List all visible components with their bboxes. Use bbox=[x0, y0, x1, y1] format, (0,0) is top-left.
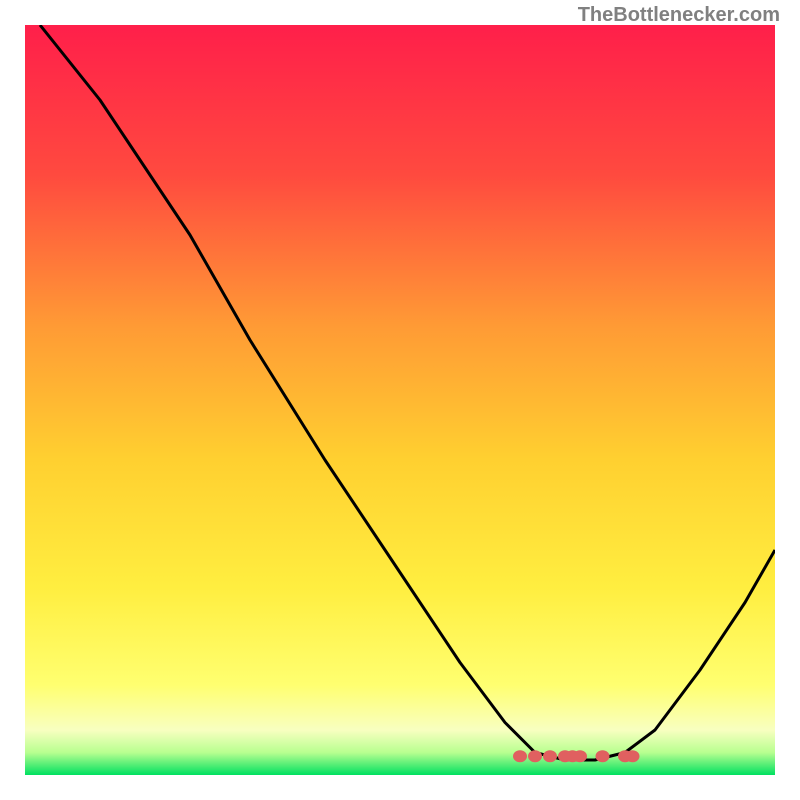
bottleneck-markers bbox=[513, 750, 640, 762]
chart-container bbox=[25, 25, 775, 775]
chart-svg bbox=[25, 25, 775, 775]
watermark-text: TheBottlenecker.com bbox=[578, 4, 780, 27]
gradient-plot-area bbox=[25, 25, 775, 775]
